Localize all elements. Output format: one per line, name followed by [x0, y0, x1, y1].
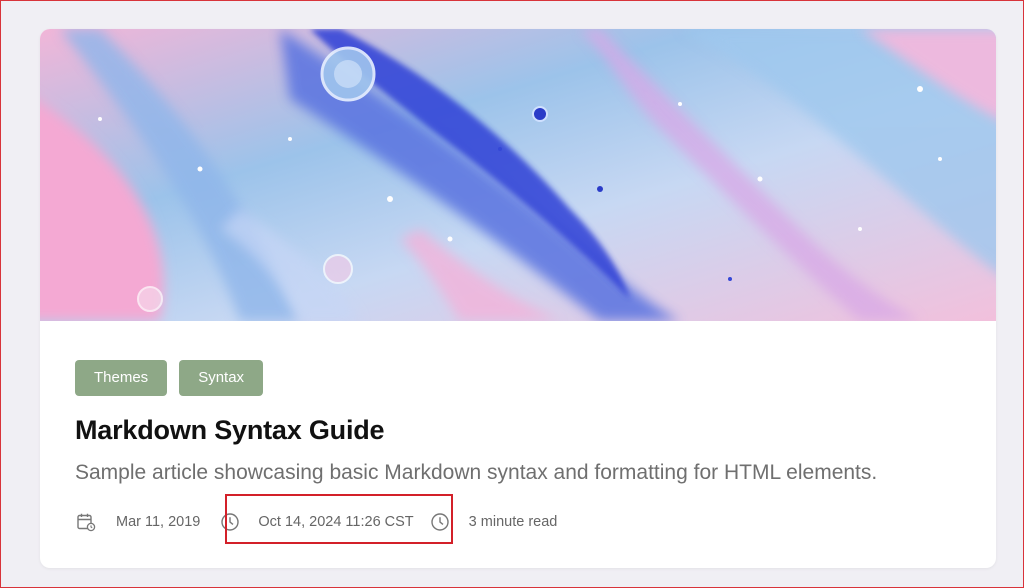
post-title[interactable]: Markdown Syntax Guide — [75, 415, 385, 446]
clock-icon — [430, 513, 449, 531]
reading-time-text: 3 minute read — [468, 514, 558, 530]
hero-image[interactable] — [40, 29, 996, 321]
clock-icon — [221, 513, 240, 531]
updated-date-text: Oct 14, 2024 11:26 CST — [258, 514, 414, 530]
post-card[interactable]: Themes Syntax Markdown Syntax Guide Samp… — [40, 29, 996, 568]
post-description: Sample article showcasing basic Markdown… — [75, 461, 878, 484]
calendar-icon — [77, 513, 96, 532]
published-date: Mar 11, 2019 — [76, 512, 200, 532]
updated-date: Oct 14, 2024 11:26 CST — [220, 512, 414, 532]
reading-time: 3 minute read — [430, 512, 558, 532]
post-meta: Mar 11, 2019 Oct 14, 2024 11:26 CST 3 mi… — [76, 509, 557, 535]
published-date-text: Mar 11, 2019 — [116, 514, 201, 530]
tag-themes[interactable]: Themes — [75, 360, 168, 396]
tag-syntax[interactable]: Syntax — [179, 360, 264, 396]
tag-list: Themes Syntax — [75, 360, 264, 396]
